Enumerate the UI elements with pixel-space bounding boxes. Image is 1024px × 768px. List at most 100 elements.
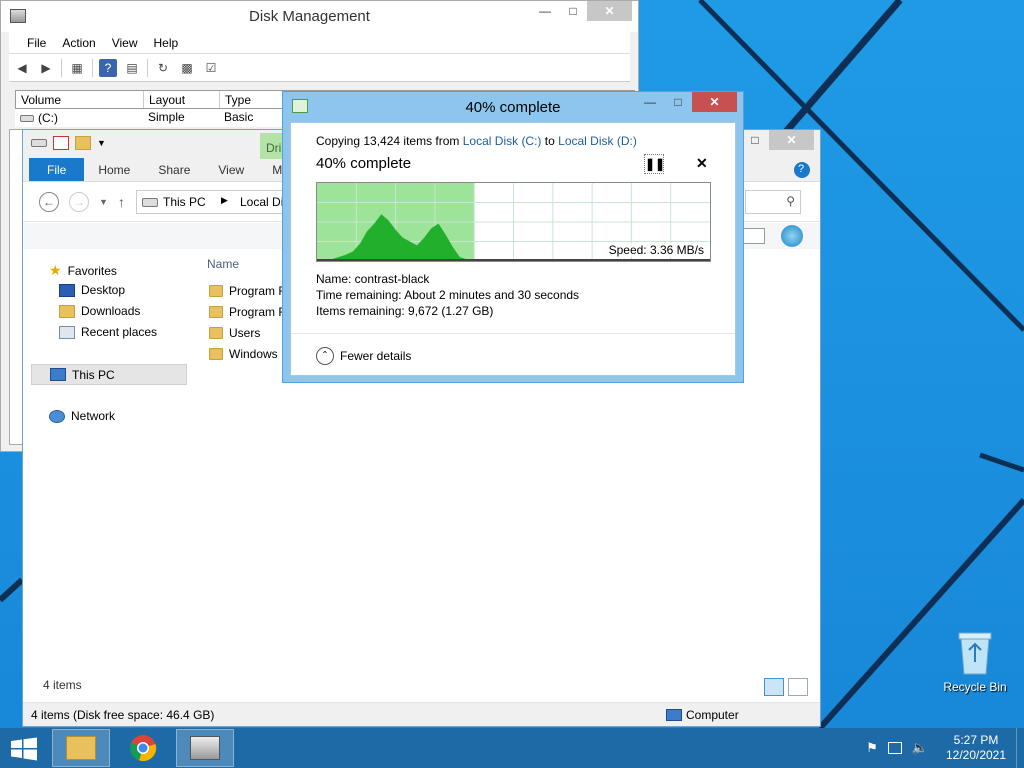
list-item-label: Users xyxy=(229,326,261,340)
destination-link[interactable]: Local Disk (D:) xyxy=(558,134,637,148)
progress-heading: 40% complete xyxy=(316,155,412,172)
tab-view[interactable]: View xyxy=(204,158,258,181)
fewer-details-button[interactable]: ˆ Fewer details xyxy=(316,347,411,365)
menu-help[interactable]: Help xyxy=(146,32,187,53)
copy-summary-to: to xyxy=(544,134,555,148)
nav-network[interactable]: Network xyxy=(49,409,115,423)
nav-downloads-label: Downloads xyxy=(81,304,141,318)
breadcrumb-separator-icon[interactable]: ▶ xyxy=(221,195,228,206)
breadcrumb-this-pc[interactable]: This PC xyxy=(163,195,206,209)
customize-chevron-icon[interactable]: ▼ xyxy=(97,138,106,148)
copy-summary-prefix: Copying 13,424 items from xyxy=(316,134,460,148)
rescan-icon[interactable]: ▩ xyxy=(178,59,196,77)
console-tree-icon[interactable]: ▦ xyxy=(68,59,86,77)
folder-icon xyxy=(209,306,223,318)
copy-progress-dialog: 40% complete — □ ✕ Copying 13,424 items … xyxy=(282,91,744,383)
action-center-flag-icon[interactable]: ⚑ xyxy=(866,740,878,756)
check-icon[interactable]: ☑ xyxy=(202,59,220,77)
nav-network-label: Network xyxy=(71,409,116,423)
volume-muted-icon[interactable]: 🔈 xyxy=(912,740,928,756)
drive-icon xyxy=(31,139,47,147)
folder-icon xyxy=(209,285,223,297)
taskbar-disk-management[interactable] xyxy=(176,729,234,767)
back-arrow-icon[interactable]: ◀ xyxy=(13,59,31,77)
list-item[interactable]: Users xyxy=(209,326,260,340)
menu-file[interactable]: File xyxy=(19,32,54,53)
help-icon[interactable]: ? xyxy=(99,58,117,77)
nav-desktop[interactable]: Desktop xyxy=(59,283,125,297)
source-link[interactable]: Local Disk (C:) xyxy=(463,134,542,148)
nav-this-pc[interactable]: This PC xyxy=(31,364,187,385)
forward-button[interactable]: → xyxy=(69,192,89,212)
details-pane-icon[interactable] xyxy=(743,228,765,244)
maximize-button[interactable]: □ xyxy=(559,1,587,21)
start-button[interactable] xyxy=(10,737,38,761)
items-remaining: Items remaining: 9,672 (1.27 GB) xyxy=(316,304,494,318)
breadcrumb-local-disk[interactable]: Local Di xyxy=(240,195,283,209)
up-arrow-icon[interactable]: ↑ xyxy=(118,194,125,210)
close-button[interactable]: ✕ xyxy=(692,92,737,112)
taskbar-file-explorer[interactable] xyxy=(52,729,110,767)
refresh-icon[interactable]: ↻ xyxy=(154,59,172,77)
list-item-label: Windows xyxy=(229,347,278,361)
search-box[interactable]: ⚲ xyxy=(745,190,801,214)
show-desktop-button[interactable] xyxy=(1016,728,1024,768)
nav-favorites[interactable]: ★ Favorites xyxy=(49,262,117,279)
drive-icon xyxy=(142,198,158,207)
properties-icon[interactable]: ▤ xyxy=(123,59,141,77)
menu-action[interactable]: Action xyxy=(54,32,103,53)
minimize-button[interactable]: — xyxy=(636,92,664,112)
large-icons-view-icon[interactable] xyxy=(788,678,808,696)
maximize-button[interactable]: □ xyxy=(741,130,769,150)
forward-arrow-icon[interactable]: ▶ xyxy=(37,59,55,77)
list-item[interactable]: Windows xyxy=(209,347,278,361)
tab-home[interactable]: Home xyxy=(84,158,144,181)
back-button[interactable]: ← xyxy=(39,192,59,212)
tab-file[interactable]: File xyxy=(29,158,85,181)
tab-share[interactable]: Share xyxy=(144,158,204,181)
speed-label: Speed: 3.36 MB/s xyxy=(608,243,704,257)
taskbar: ⚑ 🔈 5:27 PM 12/20/2021 xyxy=(0,728,1024,768)
column-layout[interactable]: Layout xyxy=(144,91,220,108)
disk-management-titlebar[interactable]: Disk Management — □ ✕ xyxy=(1,1,638,32)
minimize-button[interactable]: — xyxy=(531,1,559,21)
nav-downloads[interactable]: Downloads xyxy=(59,304,140,318)
column-type[interactable]: Type xyxy=(220,91,290,108)
copy-dialog-titlebar[interactable]: 40% complete — □ ✕ xyxy=(283,92,743,121)
nav-this-pc-label: This PC xyxy=(72,367,115,382)
taskbar-chrome[interactable] xyxy=(114,729,172,767)
recent-locations-chevron-icon[interactable]: ▼ xyxy=(99,197,108,207)
properties-icon[interactable] xyxy=(53,136,69,150)
nav-favorites-label: Favorites xyxy=(67,263,117,278)
details-view-icon[interactable] xyxy=(764,678,784,696)
volume-name: (C:) xyxy=(38,111,58,125)
maximize-button[interactable]: □ xyxy=(664,92,692,112)
new-folder-icon[interactable] xyxy=(75,136,91,150)
close-button[interactable]: ✕ xyxy=(587,1,632,21)
status-zone: Computer xyxy=(686,708,739,722)
pause-button[interactable]: ❚❚ xyxy=(644,154,665,174)
network-status-icon[interactable] xyxy=(887,742,902,754)
folder-icon xyxy=(209,348,223,360)
globe-icon[interactable] xyxy=(781,225,803,247)
current-file-name: Name: contrast-black xyxy=(316,272,430,286)
help-icon[interactable]: ? xyxy=(794,162,810,178)
chrome-icon xyxy=(129,735,157,762)
close-button[interactable]: ✕ xyxy=(769,130,814,150)
recycle-bin[interactable]: Recycle Bin xyxy=(940,630,1010,694)
chevron-up-icon: ˆ xyxy=(316,347,334,365)
list-item[interactable]: Program F xyxy=(209,305,286,319)
nav-recent-places[interactable]: Recent places xyxy=(59,325,157,339)
disk-management-toolbar: ◀ ▶ ▦ ? ▤ ↻ ▩ ☑ xyxy=(9,54,630,82)
divider xyxy=(291,333,735,334)
menu-view[interactable]: View xyxy=(104,32,146,53)
copy-summary: Copying 13,424 items from Local Disk (C:… xyxy=(316,134,637,148)
recent-places-icon xyxy=(59,325,75,339)
cancel-button[interactable]: ✕ xyxy=(696,155,708,172)
throughput-graph: Speed: 3.36 MB/s xyxy=(316,182,711,262)
copy-dialog-body: Copying 13,424 items from Local Disk (C:… xyxy=(290,122,736,376)
clock[interactable]: 5:27 PM 12/20/2021 xyxy=(936,733,1016,763)
list-item[interactable]: Program F xyxy=(209,284,286,298)
column-volume[interactable]: Volume xyxy=(16,91,144,108)
column-name[interactable]: Name xyxy=(207,257,239,271)
